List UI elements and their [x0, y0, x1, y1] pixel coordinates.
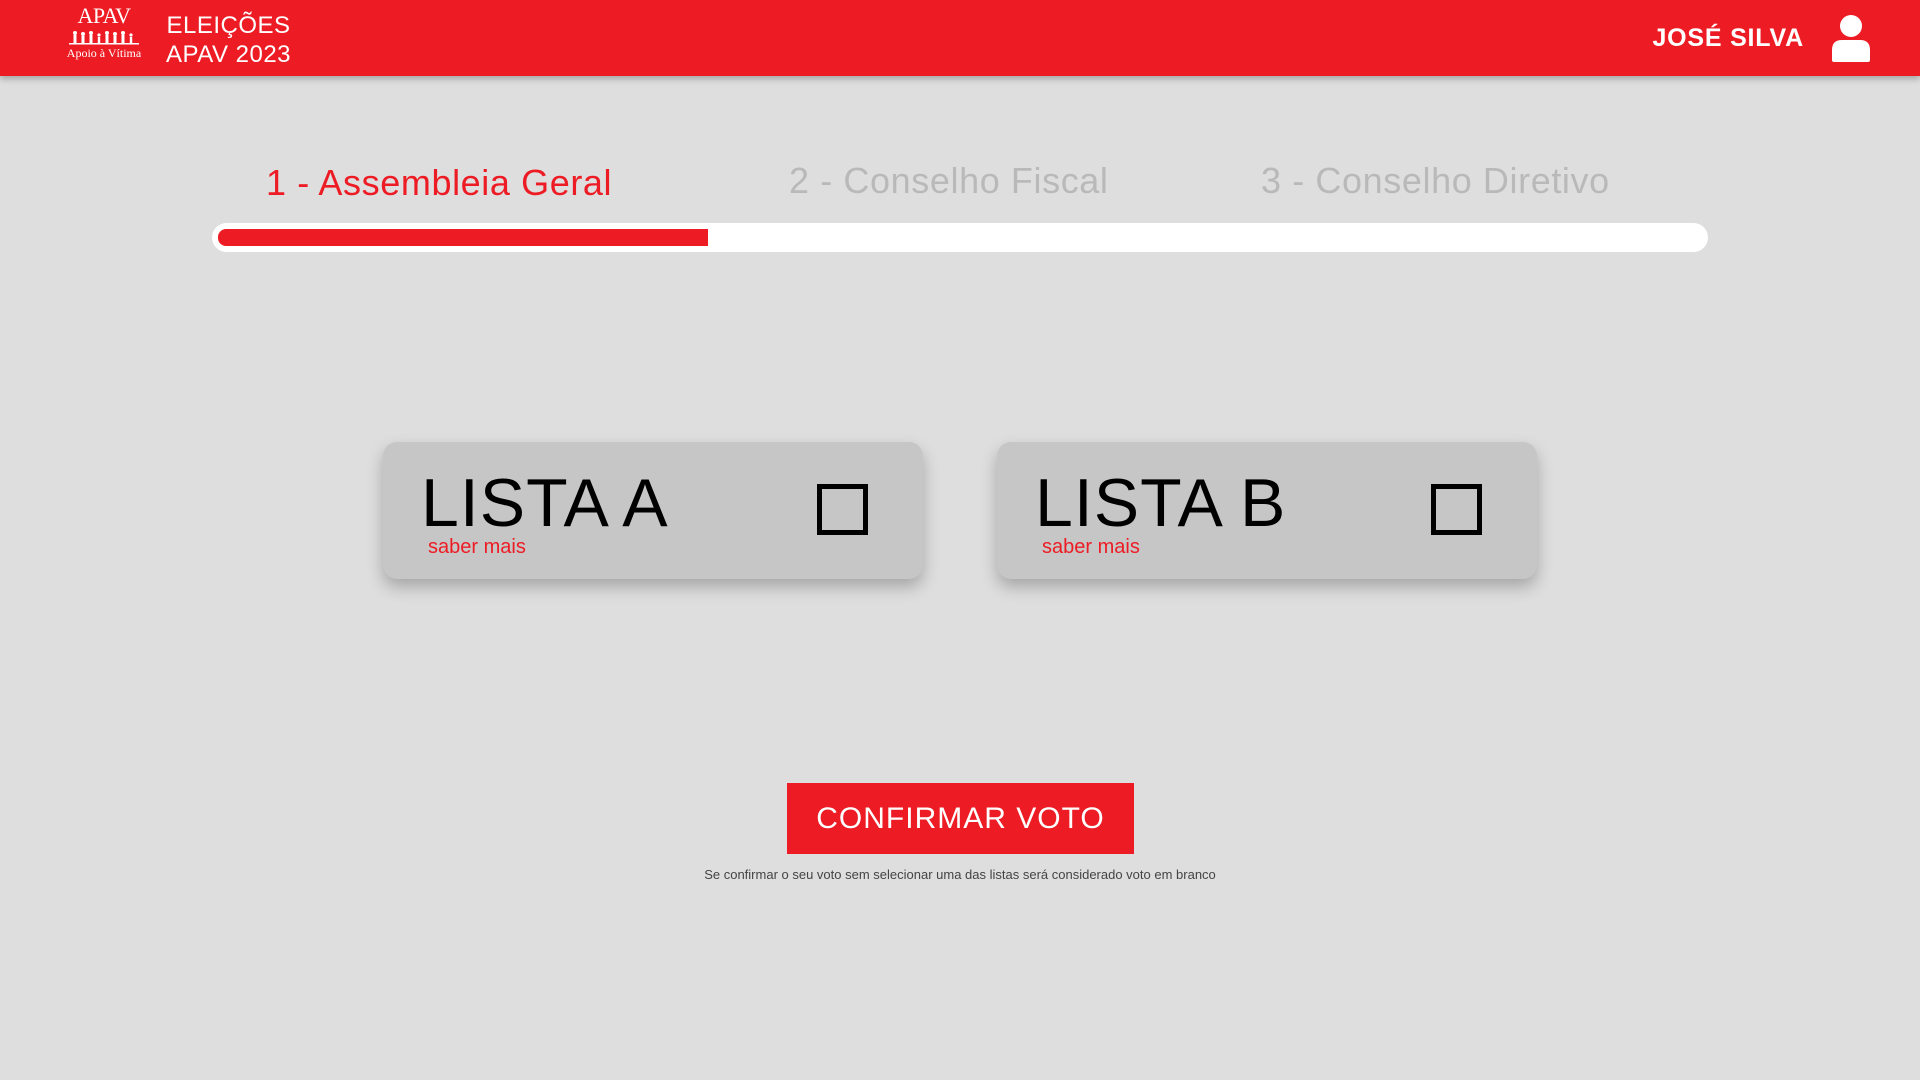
progress-bar — [212, 223, 1708, 252]
app-title: ELEIÇÕES APAV 2023 — [166, 11, 291, 69]
list-a-checkbox[interactable] — [817, 484, 868, 535]
app-title-line1: ELEIÇÕES — [166, 12, 291, 39]
user-name[interactable]: JOSÉ SILVA — [1652, 24, 1804, 53]
logo-tagline: Apoio à Vítima — [66, 46, 142, 60]
list-b-title: LISTA B — [1035, 465, 1287, 541]
confirm-vote-button[interactable]: CONFIRMAR VOTO — [787, 783, 1134, 854]
user-icon[interactable] — [1830, 14, 1872, 62]
step-conselho-fiscal[interactable]: 2 - Conselho Fiscal — [789, 160, 1109, 202]
list-a-card[interactable]: LISTA A saber mais — [383, 442, 923, 579]
progress-bar-fill — [218, 229, 708, 246]
list-a-more-link[interactable]: saber mais — [428, 536, 526, 559]
apav-logo[interactable]: APAV Apoio à Vítima — [66, 4, 142, 72]
logo-figures-icon — [69, 31, 139, 45]
list-b-card[interactable]: LISTA B saber mais — [997, 442, 1537, 579]
blank-vote-note: Se confirmar o seu voto sem selecionar u… — [704, 867, 1216, 882]
step-conselho-diretivo[interactable]: 3 - Conselho Diretivo — [1261, 160, 1610, 202]
list-b-checkbox[interactable] — [1431, 484, 1482, 535]
list-a-title: LISTA A — [421, 465, 669, 541]
logo-wordmark: APAV — [77, 3, 131, 28]
app-title-line2: APAV 2023 — [166, 41, 292, 68]
step-assembleia-geral[interactable]: 1 - Assembleia Geral — [266, 162, 612, 204]
list-b-more-link[interactable]: saber mais — [1042, 536, 1140, 559]
top-bar: APAV Apoio à Vítima ELEIÇÕES APAV 2023 J… — [0, 0, 1920, 76]
